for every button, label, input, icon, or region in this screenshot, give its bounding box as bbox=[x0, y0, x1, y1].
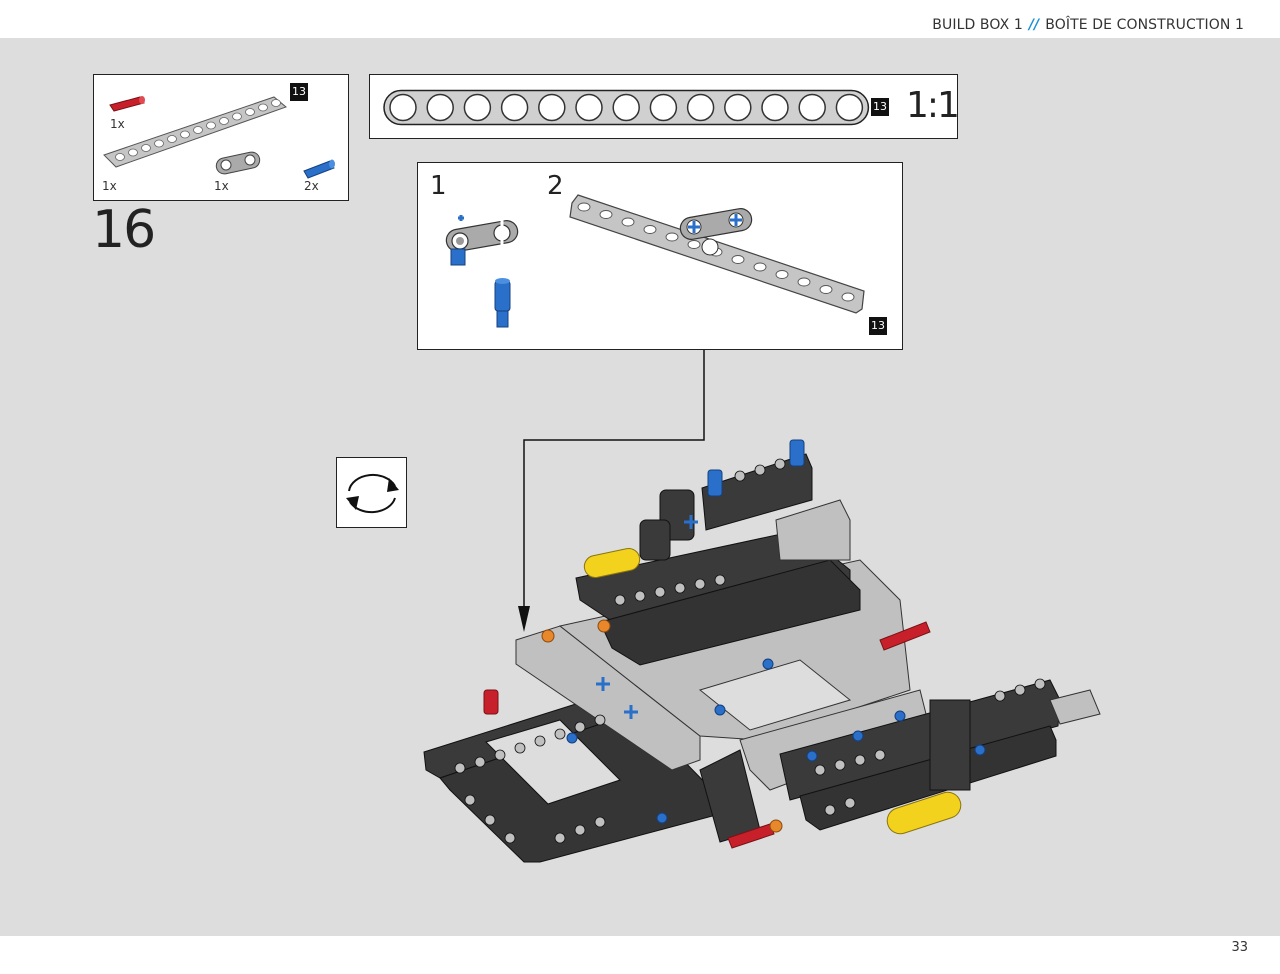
chassis-model-illustration bbox=[423, 439, 1101, 863]
page-footer bbox=[0, 936, 1280, 974]
page-number: 33 bbox=[1231, 940, 1248, 955]
